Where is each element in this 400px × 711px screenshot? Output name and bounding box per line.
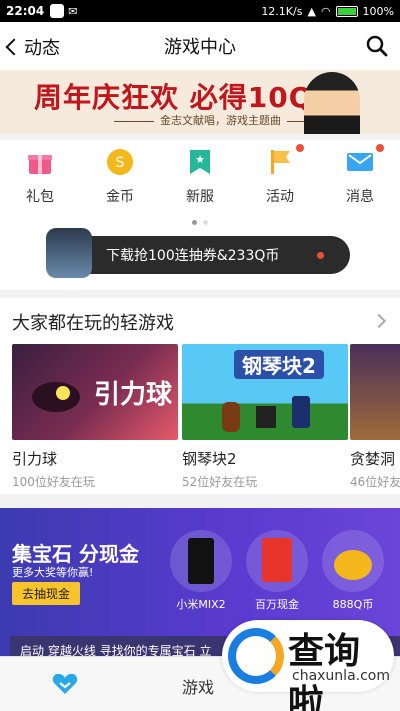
promo-text: 下载抢100连抽券&233Q币 [106,248,280,264]
network-speed: 12.1K/s [261,4,303,18]
game-thumbnail: 钢琴块2 [182,344,348,440]
game-name: 引力球 [12,450,58,468]
anniversary-banner[interactable]: 周年庆狂欢 必得10Q币 金志文献唱，游戏主题曲 [0,70,400,134]
prize-label: 百万现金 [255,598,299,611]
game-name: 贪婪洞 [350,450,396,468]
app-root: 22:04 ✉ 12.1K/s ▲ ◠ 100% 动态 游戏中心 周年庆狂欢 必… [0,0,400,711]
prize-label: 小米MIX2 [176,598,226,611]
status-bar: 22:04 ✉ 12.1K/s ▲ ◠ 100% [0,0,400,22]
gift-icon [28,155,52,174]
promo-badge-dot [317,252,324,259]
watermark-url: chaxunla.com [292,668,390,684]
icon-label-new-server: 新服 [186,189,214,205]
promo-avatar [46,228,92,278]
light-games-section: 大家都在玩的轻游戏 引力球 引力球 100位好友在玩 钢琴块2 钢琴块2 52位… [0,298,400,494]
icon-coin[interactable]: S 金币 [90,140,150,216]
watermark-text: 查询啦 [288,631,361,711]
nav-bar: 动态 游戏中心 [0,22,400,70]
chevron-left-icon [5,38,23,56]
watermark: 查询啦 chaxunla.com [222,620,394,711]
gem-subtitle: 更多大奖等你赢! [12,566,94,579]
game-art [256,406,276,428]
game-thumbnail: 引力球 [12,344,178,440]
banner-title: 周年庆狂欢 必得10Q币 [34,81,343,114]
activity-badge-dot [296,144,304,152]
svg-text:S: S [116,155,125,171]
status-right: 12.1K/s ▲ ◠ 100% [261,5,394,18]
message-icon [347,153,373,171]
message-badge-dot [376,144,384,152]
section-title: 大家都在玩的轻游戏 [12,313,174,334]
icon-activity[interactable]: 活动 [250,140,310,216]
game-friends-count: 52位好友在玩 [182,475,258,489]
game-art-ball [56,386,70,400]
back-label: 动态 [24,38,60,59]
game-friends-count: 100位好友在玩 [12,475,95,489]
pager-dots [0,216,400,228]
tab-games[interactable]: 游戏 [182,674,214,698]
status-time: 22:04 [6,4,45,18]
game-thumbnail [350,344,400,440]
draw-cash-button[interactable]: 去抽现金 [12,582,81,605]
banner-person-image [304,72,360,134]
page-title: 游戏中心 [164,37,236,58]
icon-new-server[interactable]: ★ 新服 [170,140,230,216]
signal-icon: ▲ [307,4,316,18]
search-icon[interactable] [366,35,388,57]
prize-label: 888Q币 [332,598,374,611]
game-friends-count: 46位好友在 [350,475,400,489]
game-card[interactable]: 钢琴块2 钢琴块2 52位好友在玩 [182,344,348,490]
icon-label-gift: 礼包 [26,189,54,205]
back-button[interactable]: 动态 [5,34,60,60]
new-server-icon: ★ [190,150,210,174]
icon-gift[interactable]: 礼包 [10,140,70,216]
game-thumb-text: 引力球 [94,380,173,410]
qq-notification-icon [50,4,65,18]
phone-icon [188,538,214,584]
icon-label-message: 消息 [346,189,374,205]
wifi-icon: ◠ [320,4,331,18]
mail-notification-icon: ✉ [68,4,78,18]
gem-title: 集宝石 分现金 [12,542,139,566]
game-thumb-text: 钢琴块2 [234,350,324,379]
watermark-logo-icon [228,628,284,684]
icon-message[interactable]: 消息 [330,140,390,216]
battery-icon [335,5,358,17]
quick-icons: 礼包 S 金币 ★ 新服 活动 消息 [0,140,400,216]
battery-percent: 100% [362,4,394,18]
game-name: 钢琴块2 [182,450,237,468]
game-art [32,382,80,412]
icon-label-activity: 活动 [266,189,294,205]
coin-stack-icon [334,550,372,580]
promo-pill[interactable]: 下载抢100连抽券&233Q币 [46,228,350,278]
promo-section: 下载抢100连抽券&233Q币 [0,228,400,290]
red-envelope-icon [262,538,292,582]
svg-text:★: ★ [195,153,205,166]
game-art [222,402,240,432]
game-card[interactable]: 贪婪洞 46位好友在 [350,344,400,490]
heart-tab-icon[interactable] [52,672,78,696]
banner-subtitle: 金志文献唱，游戏主题曲 [108,112,333,128]
game-card[interactable]: 引力球 引力球 100位好友在玩 [12,344,178,490]
pager-dot [203,219,208,225]
pager-dot-active [192,219,197,225]
game-art [292,396,310,428]
icon-label-coin: 金币 [106,189,134,205]
flag-icon [271,150,290,174]
coin-icon: S [107,149,133,175]
